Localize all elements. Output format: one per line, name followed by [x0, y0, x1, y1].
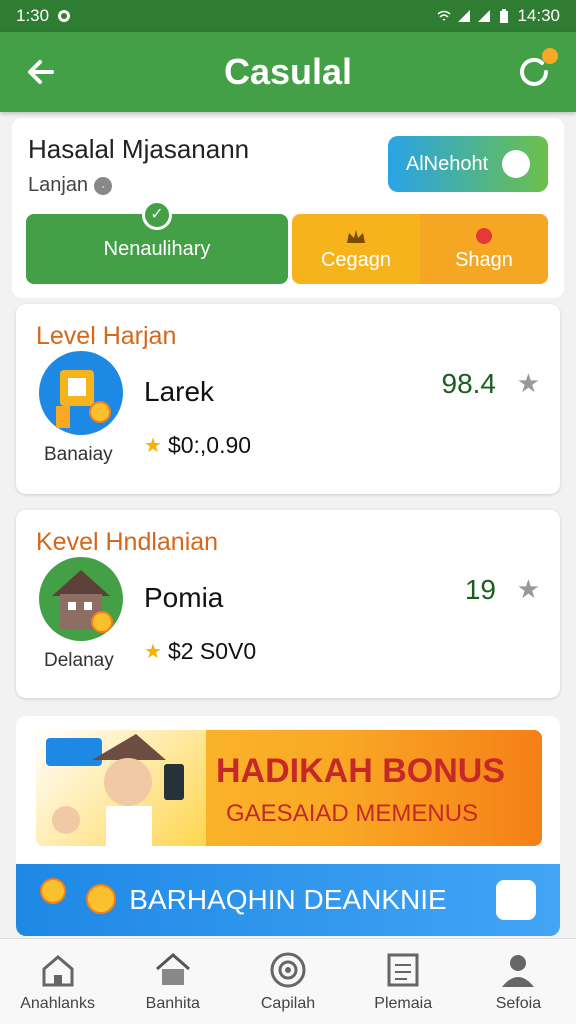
target-icon: [270, 952, 306, 987]
crown-icon: [347, 229, 365, 243]
avatar-label: Banaiay: [44, 444, 113, 465]
coin-icon: [40, 878, 66, 904]
signal-icon-2: [478, 10, 491, 22]
tab-group: Cegagn Shagn: [292, 214, 548, 284]
info-icon: ·: [94, 176, 113, 195]
promo-illustration: [36, 730, 206, 846]
nav-item-target[interactable]: Capilah: [230, 939, 345, 1024]
level-price-text: $2 S0V0: [167, 638, 257, 664]
star-icon: ★: [144, 641, 162, 663]
action-button[interactable]: AlNehoht: [388, 136, 548, 192]
favorite-star-icon[interactable]: ★: [517, 368, 540, 399]
banner-card: HADIKAH BONUS GAESAIAD MEMENUS BARHAQHIN…: [16, 716, 560, 936]
profile-subtitle-text: Lanjan: [28, 174, 89, 196]
tab-second-label: Cegagn: [320, 248, 392, 271]
nav-label: Anahlanks: [20, 994, 95, 1012]
level-price: ★ $2 S0V0: [144, 638, 256, 665]
nav-item-document[interactable]: Plemaia: [346, 939, 461, 1024]
battery-icon: [500, 9, 509, 23]
status-time: 1:30: [16, 6, 50, 25]
tab-row: ✓ Nenaulihary Cegagn Shagn: [26, 200, 548, 284]
avatar: [39, 351, 123, 435]
tab-second[interactable]: Cegagn: [292, 214, 420, 284]
promo-subtitle: GAESAIAD MEMENUS: [226, 800, 479, 827]
nav-item-house[interactable]: Banhita: [115, 939, 230, 1024]
chat-icon: [502, 150, 531, 178]
level-price-text: $0:,0.90: [167, 432, 252, 458]
level-title: Level Harjan: [36, 322, 177, 350]
nav-label: Banhita: [145, 994, 200, 1012]
profile-subtitle: Lanjan ·: [28, 174, 113, 197]
level-card[interactable]: Level Harjan Banaiay Larek ★ $0:,0.90 98…: [16, 304, 560, 494]
level-title: Kevel Hndlanian: [36, 528, 219, 556]
refresh-button[interactable]: [514, 48, 558, 92]
star-icon: ★: [144, 435, 162, 457]
level-score: 19: [464, 574, 496, 605]
nav-label: Plemaia: [374, 994, 433, 1012]
bottom-nav: Anahlanks Banhita Capilah Plemaia Sefoia: [0, 938, 576, 1024]
app-notification-icon: [58, 10, 71, 22]
arrow-left-icon: [28, 60, 54, 84]
profile-card: Hasalal Mjasanann Lanjan · AlNehoht ✓ Ne…: [12, 118, 564, 298]
nav-label: Capilah: [260, 994, 316, 1012]
wifi-icon: [437, 10, 451, 21]
document-icon: [387, 953, 419, 986]
app-bar: Casulal: [0, 32, 576, 112]
favorite-star-icon[interactable]: ★: [517, 574, 540, 605]
signal-icon: [458, 10, 471, 22]
page-title: Casulal: [223, 51, 353, 92]
secondary-banner-text: BARHAQHIN DEANKNIE: [129, 884, 447, 915]
person-icon: [502, 954, 535, 987]
promo-banner[interactable]: HADIKAH BONUS GAESAIAD MEMENUS: [36, 730, 542, 846]
notification-badge: [542, 48, 558, 64]
home-icon: [42, 954, 74, 986]
tab-main[interactable]: ✓ Nenaulihary: [26, 200, 288, 284]
action-button-label: AlNehoht: [405, 152, 489, 175]
status-bar: 1:30 14:30: [0, 0, 576, 32]
tab-third-label: Shagn: [455, 248, 513, 271]
person-illustration: [46, 734, 184, 846]
status-clock: 14:30: [517, 6, 560, 25]
promo-title: HADIKAH BONUS: [216, 752, 505, 790]
nav-label: Sefoia: [495, 994, 542, 1012]
coin-icon: [86, 884, 116, 914]
avatar-label: Delanay: [44, 650, 114, 671]
level-price: ★ $0:,0.90: [144, 432, 251, 459]
pin-icon: [476, 227, 492, 244]
back-button[interactable]: [22, 52, 62, 92]
level-card[interactable]: Kevel Hndlanian Delanay Pomia ★ $2 S0V0 …: [16, 510, 560, 698]
avatar: [39, 557, 123, 641]
nav-item-home[interactable]: Anahlanks: [0, 939, 115, 1024]
level-score: 98.4: [441, 368, 497, 399]
secondary-banner[interactable]: BARHAQHIN DEANKNIE: [16, 864, 560, 936]
level-name: Larek: [144, 376, 215, 407]
nav-item-profile[interactable]: Sefoia: [461, 939, 576, 1024]
house-icon: [155, 952, 190, 985]
tab-third[interactable]: Shagn: [420, 214, 548, 284]
camera-icon: [496, 880, 536, 920]
check-icon: ✓: [142, 200, 172, 230]
tab-main-label: Nenaulihary: [103, 237, 211, 260]
profile-name: Hasalal Mjasanann: [28, 134, 250, 164]
level-name: Pomia: [144, 582, 224, 613]
